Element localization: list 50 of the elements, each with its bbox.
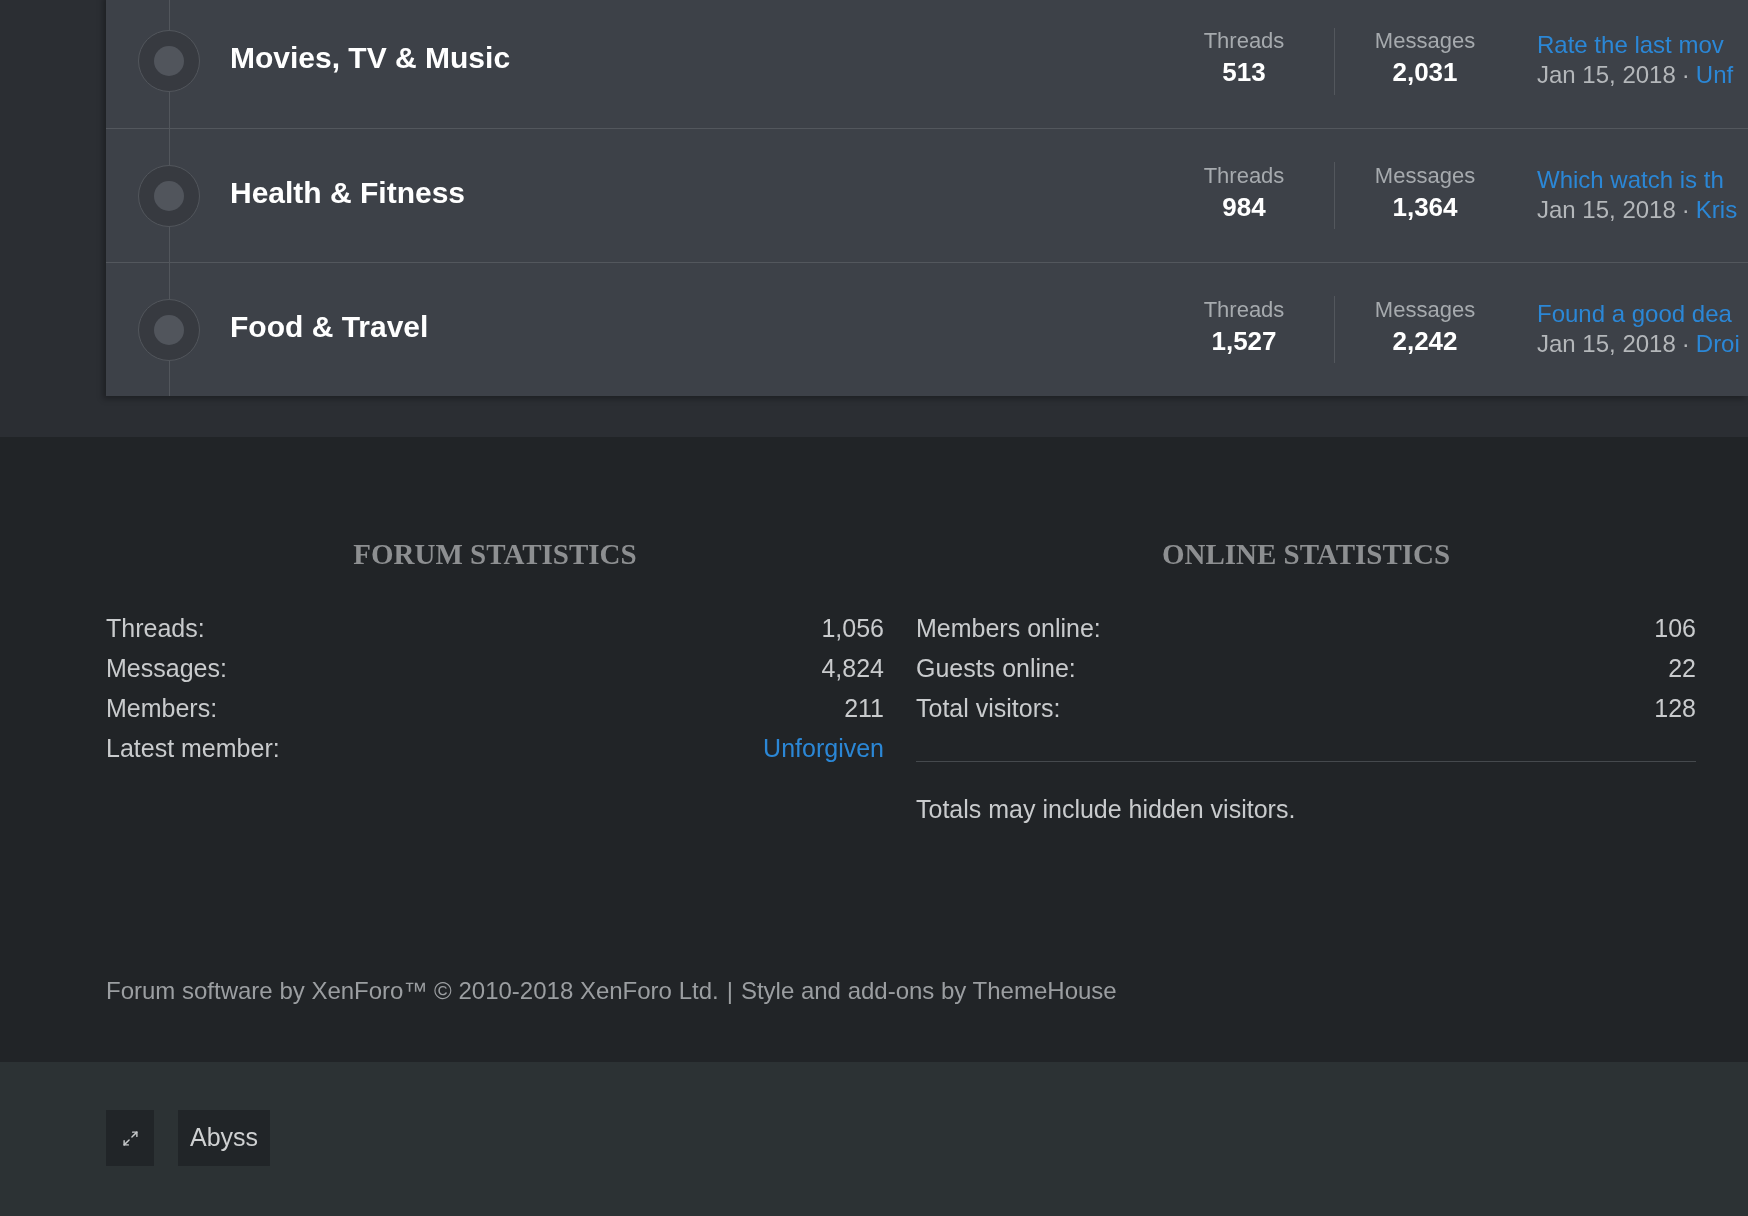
style-chooser-button[interactable]: Abyss [178, 1110, 271, 1166]
stat-label: Guests online: [916, 653, 1076, 684]
stat-label: Messages [1374, 27, 1476, 55]
stat-value: 2,031 [1392, 56, 1458, 89]
separator-dot: · [1681, 60, 1690, 90]
stat-value: 211 [844, 693, 884, 724]
stat-label: Messages [1374, 161, 1476, 190]
forum-title-link[interactable]: Movies, TV & Music [230, 41, 511, 74]
credit-separator: | [726, 976, 733, 1006]
stat-label: Total visitors: [916, 693, 1061, 724]
latest-post-link[interactable]: Found a good dea [1537, 298, 1732, 329]
post-author-link[interactable]: Kris [1695, 194, 1738, 225]
section-heading: FORUM STATISTICS [353, 537, 637, 572]
stat-label: Threads: [106, 613, 205, 644]
post-date: Jan 15, 2018 [1537, 60, 1676, 90]
stat-label: Messages [1374, 295, 1476, 324]
stat-value: 1,364 [1392, 190, 1458, 224]
stat-value: 984 [1222, 190, 1266, 224]
stat-value: 128 [1654, 693, 1696, 724]
stat-value: 2,242 [1392, 324, 1458, 358]
stat-value: 106 [1654, 613, 1696, 644]
stat-value: 4,824 [821, 653, 884, 684]
stat-label: Latest member: [106, 733, 280, 764]
latest-post-link[interactable]: Rate the last mov [1537, 30, 1724, 60]
software-credit-link[interactable]: Forum software by XenForo™ © 2010-2018 XenForo Ltd. [106, 971, 719, 1011]
stat-value: 1,527 [1211, 324, 1277, 358]
post-date: Jan 15, 2018 [1537, 328, 1676, 359]
post-author-link[interactable]: Droi [1695, 328, 1740, 359]
stat-value: 22 [1668, 653, 1696, 684]
forum-title-link[interactable]: Health & Fitness [230, 175, 466, 209]
expand-button[interactable] [106, 1110, 154, 1166]
latest-post-link[interactable]: Which watch is th [1537, 164, 1724, 195]
post-date: Jan 15, 2018 [1537, 194, 1676, 225]
stat-label: Members: [106, 693, 218, 724]
stat-label: Threads [1203, 295, 1285, 324]
stat-label: Messages: [106, 653, 227, 684]
visitors-note: Totals may include hidden visitors. [916, 794, 1296, 825]
separator-dot: · [1681, 194, 1690, 225]
stat-value: 513 [1222, 56, 1266, 89]
forum-title-link[interactable]: Food & Travel [230, 309, 429, 343]
stat-label: Threads [1203, 161, 1285, 190]
section-heading: ONLINE STATISTICS [1161, 537, 1451, 572]
expand-icon [121, 1129, 139, 1147]
stat-value: 1,056 [821, 613, 884, 644]
style-credit-link[interactable]: Style and add-ons by ThemeHouse [740, 971, 1117, 1011]
stat-label: Members online: [916, 613, 1101, 644]
separator-dot: · [1681, 328, 1690, 359]
member-link[interactable]: Unforgiven [763, 728, 884, 768]
post-author-link[interactable]: Unf [1695, 60, 1734, 90]
stat-label: Threads [1203, 27, 1285, 55]
